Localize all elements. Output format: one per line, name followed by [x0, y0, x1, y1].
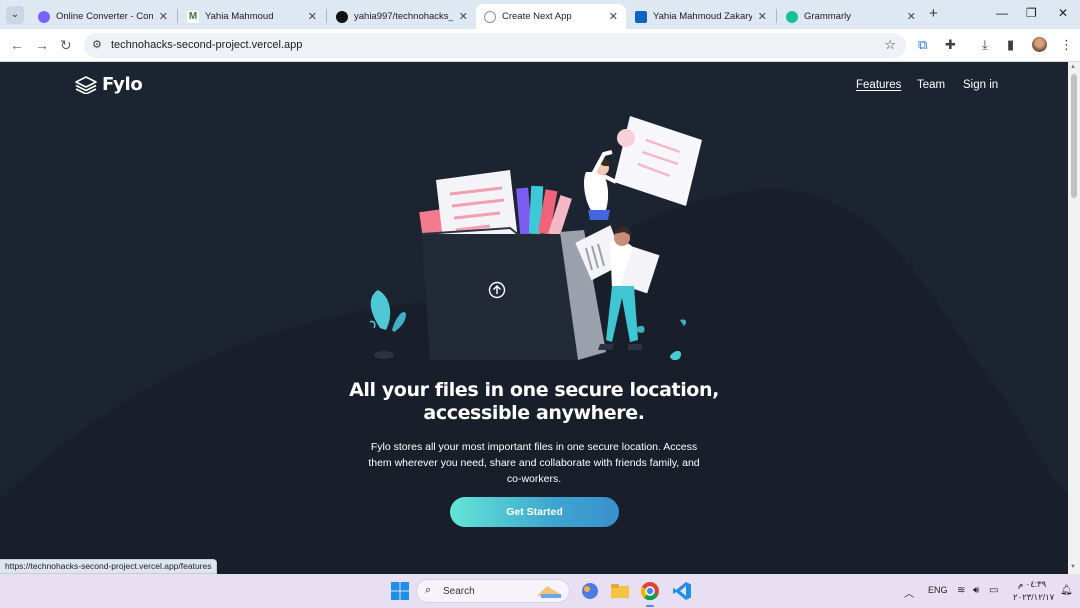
download-icon[interactable]: ⤓ — [982, 37, 988, 53]
browser-toolbar: ← → ↻ ⚙ technohacks-second-project.verce… — [0, 29, 1080, 62]
scrollbar-thumb[interactable] — [1071, 74, 1077, 198]
volume-icon[interactable]: 🔊︎ — [973, 585, 979, 596]
link-status-bubble: https://technohacks-second-project.verce… — [0, 559, 218, 574]
tab-divider — [326, 9, 327, 23]
tab-create-next-app[interactable]: Create Next App ✕ — [476, 4, 626, 29]
extensions-puzzle-icon[interactable]: ✚ — [945, 37, 956, 53]
windows-start-icon[interactable] — [390, 581, 410, 601]
grammarly-icon — [786, 10, 798, 23]
search-icon: ⌕ — [425, 584, 432, 596]
teams-app-icon[interactable] — [580, 581, 600, 601]
close-window-icon[interactable]: ✕ — [1058, 6, 1068, 20]
close-icon[interactable]: ✕ — [758, 10, 767, 23]
tray-chevron-up-icon[interactable]: ︿ — [904, 585, 914, 600]
active-app-indicator — [646, 605, 654, 607]
translate-icon[interactable]: ⧉ — [918, 37, 927, 53]
tab-grammarly[interactable]: Grammarly ✕ — [778, 4, 924, 29]
taskbar-search[interactable]: ⌕ Search — [416, 579, 570, 603]
scroll-up-icon[interactable]: ▲ — [1070, 64, 1076, 70]
stacked-layers-icon — [75, 75, 97, 94]
tab-yahia-mahmoud[interactable]: M Yahia Mahmoud ✕ — [179, 4, 325, 29]
tab-github-repo[interactable]: yahia997/technohacks_sec ✕ — [328, 4, 476, 29]
linkedin-icon — [635, 10, 647, 23]
close-icon[interactable]: ✕ — [609, 10, 618, 23]
clock-time[interactable]: ٠٤:٣٩ م — [1018, 579, 1046, 590]
side-panel-icon[interactable]: ▮ — [1007, 37, 1014, 53]
m-logo-icon: M — [187, 10, 199, 23]
nav-features-link[interactable]: Features — [856, 79, 901, 91]
back-arrow-icon[interactable]: ← — [10, 37, 24, 53]
web-page-viewport: Fylo Features Team Sign in All your file… — [0, 62, 1068, 574]
close-icon[interactable]: ✕ — [459, 10, 468, 23]
close-icon[interactable]: ✕ — [159, 10, 168, 23]
clock-date[interactable]: ٢٠٢٣/١٢/١٧ — [1013, 592, 1054, 603]
nav-signin-link[interactable]: Sign in — [963, 79, 998, 91]
forward-arrow-icon[interactable]: → — [35, 37, 49, 53]
browser-tab-strip: ⌄ Online Converter - Convert ✕ M Yahia M… — [0, 0, 1080, 29]
globe-icon — [484, 10, 496, 23]
close-icon[interactable]: ✕ — [308, 10, 317, 23]
hero-illustration — [369, 116, 702, 361]
battery-icon[interactable]: ▭ — [989, 585, 998, 596]
bookmark-star-icon[interactable]: ☆ — [884, 37, 896, 53]
close-icon[interactable]: ✕ — [907, 10, 916, 23]
chrome-app-icon[interactable] — [640, 581, 660, 601]
tab-divider — [177, 9, 178, 23]
more-menu-icon[interactable]: ⋮ — [1060, 37, 1073, 53]
file-explorer-icon[interactable] — [610, 581, 630, 601]
hero-headline: All your files in one secure location, a… — [349, 379, 719, 424]
profile-avatar[interactable] — [1032, 37, 1047, 52]
language-indicator[interactable]: ENG — [928, 585, 948, 595]
nav-team-link[interactable]: Team — [917, 79, 945, 91]
tab-divider — [776, 9, 777, 23]
address-bar[interactable]: ⚙ technohacks-second-project.vercel.app … — [84, 33, 906, 58]
restore-icon[interactable]: ❐ — [1026, 6, 1037, 20]
hero-description: Fylo stores all your most important file… — [368, 441, 700, 485]
notification-bell-icon[interactable]: 🔔︎ — [1060, 585, 1073, 596]
new-tab-plus-icon[interactable]: + — [929, 5, 938, 22]
page-scrollbar[interactable]: ▲ ▼ — [1068, 62, 1080, 574]
site-info-icon[interactable]: ⚙ — [92, 38, 102, 51]
minimize-icon[interactable]: — — [996, 6, 1008, 20]
get-started-button[interactable]: Get Started — [450, 497, 619, 527]
reload-icon[interactable]: ↻ — [60, 37, 72, 54]
tab-online-converter[interactable]: Online Converter - Convert ✕ — [30, 4, 176, 29]
fylo-logo[interactable]: Fylo — [75, 74, 143, 95]
search-highlight-icon — [537, 586, 563, 598]
tab-linkedin[interactable]: Yahia Mahmoud Zakarya | ✕ — [627, 4, 775, 29]
converter-favicon-icon — [38, 10, 50, 23]
windows-taskbar: ⌕ Search ︿ ENG ≋ 🔊︎ ▭ ٠٤:٣٩ م ٢٠٢٣/١٢/١٧… — [0, 574, 1080, 608]
tab-search-button[interactable]: ⌄ — [6, 6, 24, 24]
wifi-icon[interactable]: ≋ — [957, 585, 965, 596]
github-icon — [336, 10, 348, 23]
scroll-down-icon[interactable]: ▼ — [1070, 564, 1076, 570]
vscode-app-icon[interactable] — [672, 581, 692, 601]
